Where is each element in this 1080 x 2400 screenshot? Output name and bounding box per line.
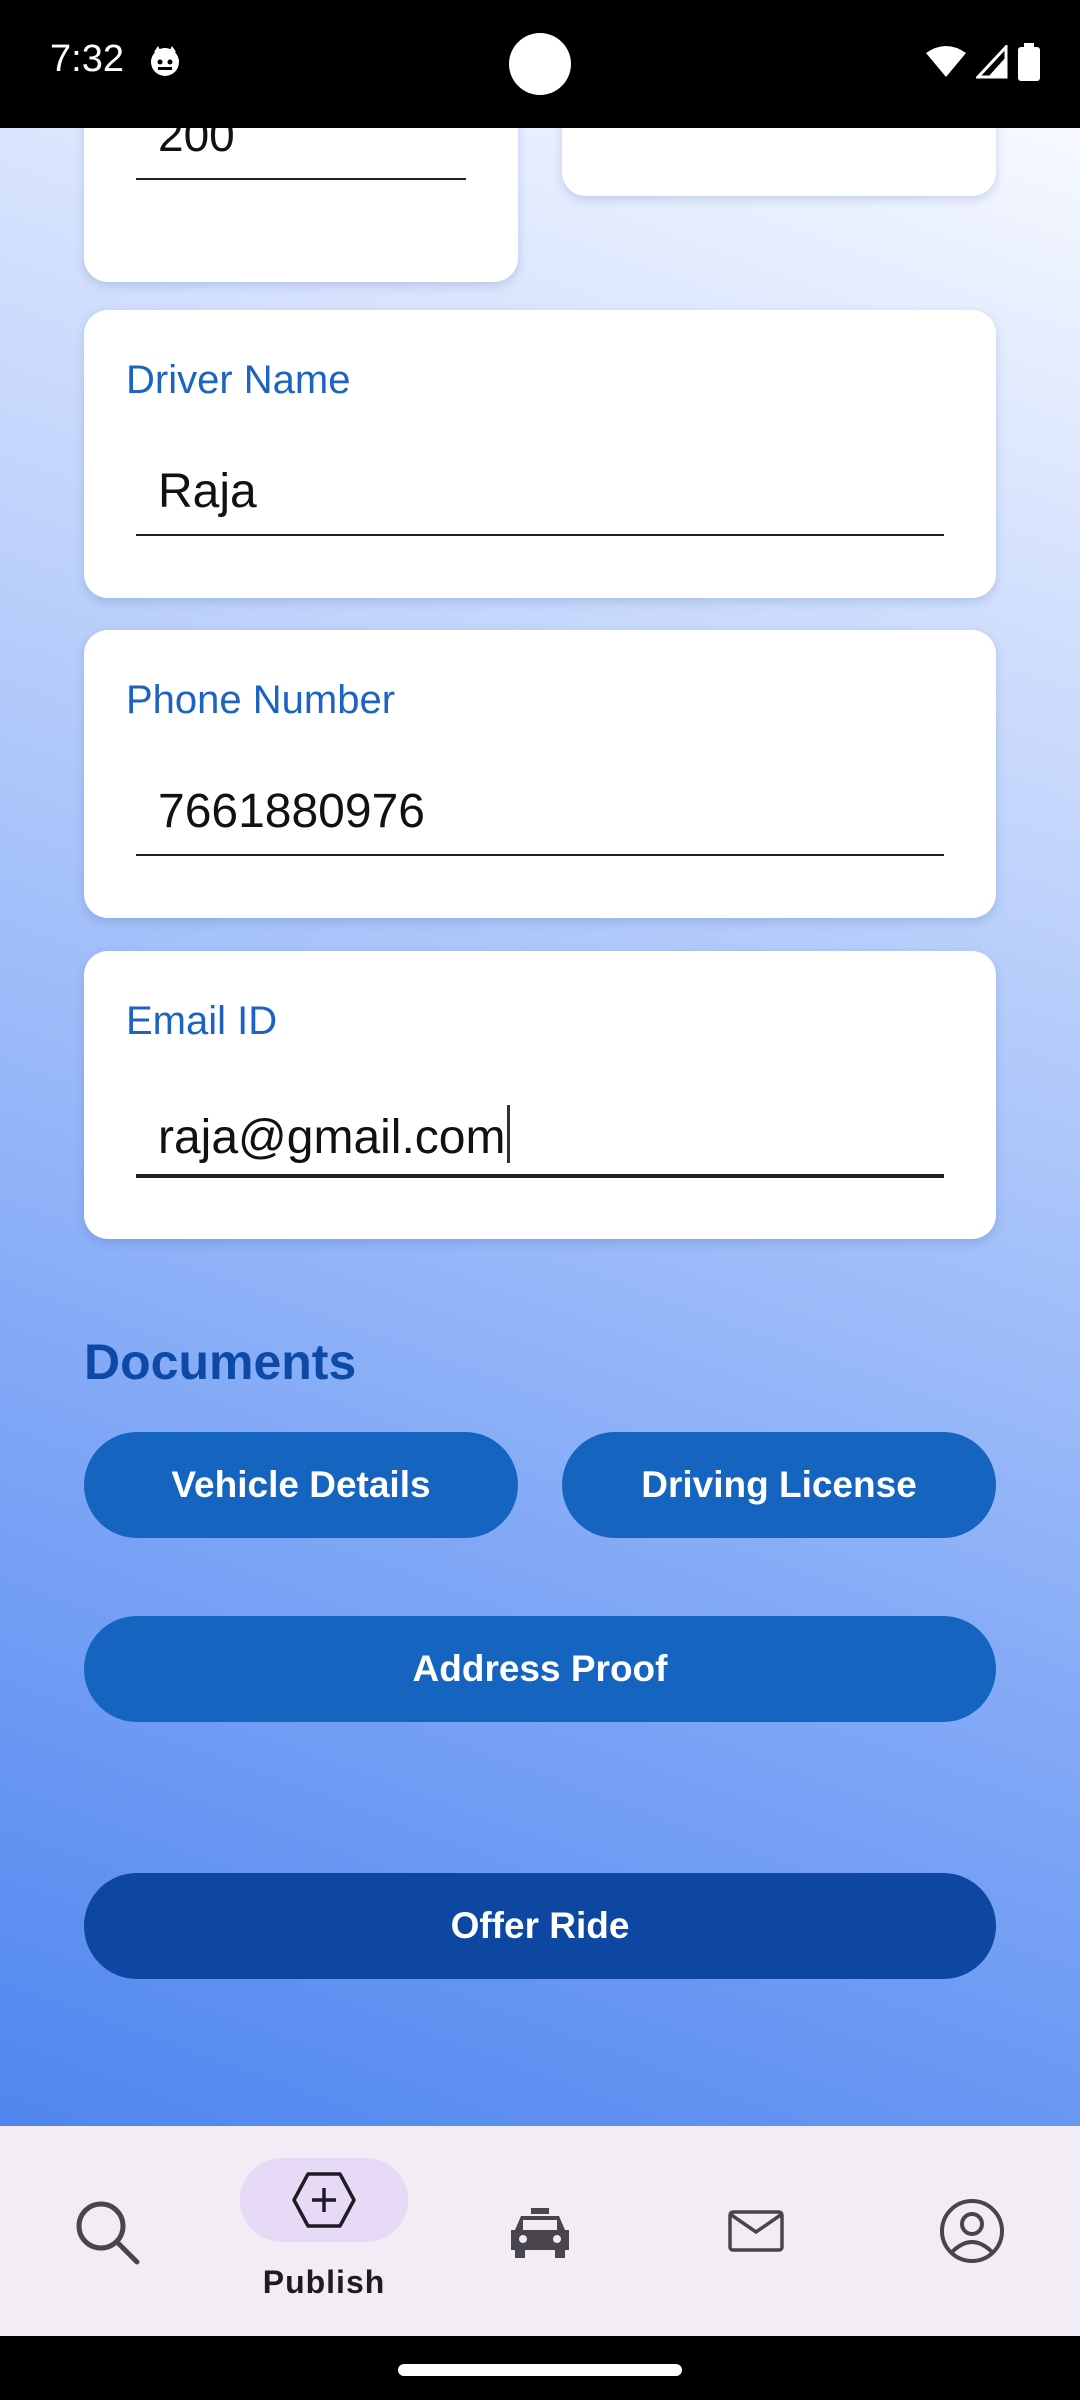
nav-rides[interactable] (432, 2126, 648, 2336)
offer-ride-button[interactable]: Offer Ride (84, 1873, 996, 1979)
driver-name-card: Driver Name Raja (84, 310, 996, 598)
home-handle[interactable] (398, 2364, 682, 2376)
driver-name-input[interactable]: Raja (158, 464, 257, 519)
phone-number-label: Phone Number (126, 678, 396, 722)
address-proof-button[interactable]: Address Proof (84, 1616, 996, 1722)
partial-field-value[interactable]: 200 (158, 128, 235, 162)
camera-cutout (509, 33, 571, 95)
signal-icon (976, 45, 1008, 79)
nav-search[interactable] (0, 2126, 216, 2336)
driving-license-button[interactable]: Driving License (562, 1432, 996, 1538)
nav-profile[interactable] (864, 2126, 1080, 2336)
bottom-navigation: Publish (0, 2126, 1080, 2336)
text-cursor (507, 1105, 511, 1163)
notification-cat-icon (151, 46, 179, 76)
email-label: Email ID (126, 999, 278, 1043)
phone-number-underline (136, 854, 944, 856)
add-circle-icon (292, 2172, 356, 2228)
email-underline (136, 1174, 944, 1178)
partial-field-underline (136, 178, 466, 180)
account-icon (940, 2199, 1004, 2263)
documents-heading: Documents (84, 1334, 357, 1390)
driver-name-label: Driver Name (126, 358, 351, 402)
nav-publish[interactable]: Publish (216, 2126, 432, 2336)
email-input-text: raja@gmail.com (158, 1111, 506, 1164)
wifi-icon (926, 46, 966, 77)
partial-field-card: 200 (84, 128, 518, 282)
email-input[interactable]: raja@gmail.com (158, 1105, 511, 1165)
gesture-bar (0, 2336, 1080, 2400)
offer-ride-form: 200 Driver Name Raja Phone Number 766188… (0, 128, 1080, 2128)
email-card: Email ID raja@gmail.com (84, 951, 996, 1239)
battery-icon (1018, 43, 1040, 81)
status-bar: 7:32 (0, 0, 1080, 128)
driver-name-underline (136, 534, 944, 536)
vehicle-details-button[interactable]: Vehicle Details (84, 1432, 518, 1538)
search-icon (76, 2201, 140, 2265)
status-time: 7:32 (50, 38, 124, 80)
nav-messages[interactable] (648, 2126, 864, 2336)
phone-number-card: Phone Number 7661880976 (84, 630, 996, 918)
system-icons (926, 43, 1040, 81)
mail-icon (728, 2210, 784, 2252)
phone-number-input[interactable]: 7661880976 (158, 784, 425, 839)
nav-publish-label: Publish (262, 2264, 386, 2300)
partial-card-right (562, 128, 996, 196)
car-icon (511, 2208, 569, 2258)
